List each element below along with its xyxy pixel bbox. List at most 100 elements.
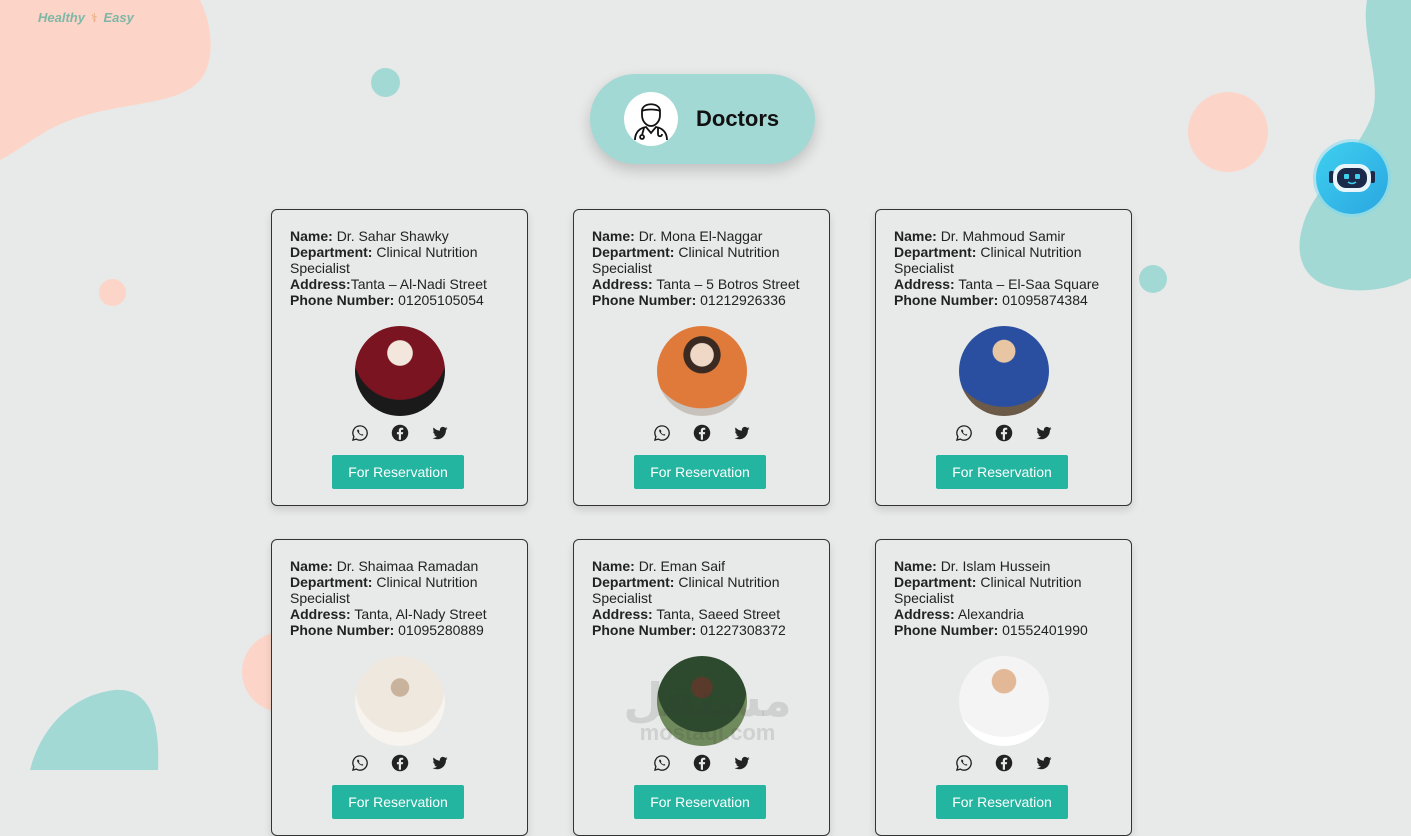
chatbot-button[interactable]: [1316, 142, 1388, 214]
phone-label: Phone Number:: [290, 292, 395, 308]
doctor-phone-row: Phone Number: 01095874384: [894, 292, 1121, 308]
reservation-button[interactable]: For Reservation: [936, 785, 1068, 819]
doctor-phone-row: Phone Number: 01212926336: [592, 292, 819, 308]
doctor-name: Dr. Eman Saif: [638, 558, 726, 574]
reservation-button[interactable]: For Reservation: [936, 455, 1068, 489]
doctor-phone: 01212926336: [700, 292, 786, 308]
doctor-photo: [959, 326, 1049, 416]
doctor-address-row: Address: Tanta, Al-Nady Street: [290, 606, 517, 622]
doctor-name: Dr. Sahar Shawky: [336, 228, 449, 244]
name-label: Name:: [894, 228, 937, 244]
doctor-info: Name: Dr. Mona El-Naggar Department: Clin…: [592, 228, 819, 308]
twitter-icon[interactable]: [1035, 754, 1053, 772]
doctor-info: Name: Dr. Mahmoud Samir Department: Clini…: [894, 228, 1121, 308]
reservation-button[interactable]: For Reservation: [634, 785, 766, 819]
whatsapp-icon[interactable]: [955, 754, 973, 772]
doctor-card: Name: Dr. Islam Hussein Department: Clini…: [875, 539, 1132, 836]
decor-circle: [99, 279, 126, 306]
doctor-phone-row: Phone Number: 01205105054: [290, 292, 517, 308]
address-label: Address:: [592, 606, 653, 622]
doctor-name-row: Name: Dr. Islam Hussein: [894, 558, 1121, 574]
page-title-pill: Doctors: [590, 74, 815, 164]
doctor-name: Dr. Mona El-Naggar: [638, 228, 763, 244]
whatsapp-icon[interactable]: [653, 754, 671, 772]
doctor-department-row: Department: Clinical Nutrition Specialis…: [290, 574, 517, 606]
doctor-department-row: Department: Clinical Nutrition Specialis…: [592, 574, 819, 606]
department-label: Department:: [894, 574, 977, 590]
decor-circle: [1139, 265, 1167, 293]
doctor-name-row: Name: Dr. Mahmoud Samir: [894, 228, 1121, 244]
doctor-phone: 01205105054: [398, 292, 484, 308]
facebook-icon[interactable]: [391, 754, 409, 772]
doctor-address-row: Address: Tanta, Saeed Street: [592, 606, 819, 622]
brand-tagline-healthy: Healthy: [38, 10, 85, 25]
doctor-name-row: Name: Dr. Mona El-Naggar: [592, 228, 819, 244]
doctor-department-row: Department: Clinical Nutrition Specialis…: [894, 574, 1121, 606]
social-links: [876, 754, 1131, 772]
twitter-icon[interactable]: [431, 424, 449, 442]
doctor-name-row: Name: Dr. Eman Saif: [592, 558, 819, 574]
social-links: [574, 754, 829, 772]
social-links: [876, 424, 1131, 442]
whatsapp-icon[interactable]: [653, 424, 671, 442]
facebook-icon[interactable]: [995, 754, 1013, 772]
whatsapp-icon[interactable]: [351, 424, 369, 442]
doctor-name-row: Name: Dr. Shaimaa Ramadan: [290, 558, 517, 574]
phone-label: Phone Number:: [592, 292, 697, 308]
doctor-name: Dr. Islam Hussein: [940, 558, 1051, 574]
facebook-icon[interactable]: [693, 754, 711, 772]
twitter-icon[interactable]: [431, 754, 449, 772]
whatsapp-icon[interactable]: [351, 754, 369, 772]
address-label: Address:: [894, 606, 955, 622]
name-label: Name:: [592, 228, 635, 244]
department-label: Department:: [592, 244, 675, 260]
doctor-info: Name: Dr. Shaimaa Ramadan Department: Cli…: [290, 558, 517, 638]
facebook-icon[interactable]: [693, 424, 711, 442]
doctor-address-row: Address: Tanta – 5 Botros Street: [592, 276, 819, 292]
brand-logo[interactable]: Healthy ⚕ Easy: [38, 10, 134, 25]
doctor-photo: [657, 326, 747, 416]
facebook-icon[interactable]: [995, 424, 1013, 442]
whatsapp-icon[interactable]: [955, 424, 973, 442]
address-label: Address:: [290, 276, 351, 292]
social-links: [272, 754, 527, 772]
doctor-info: Name: Dr. Islam Hussein Department: Clini…: [894, 558, 1121, 638]
doctor-photo: [355, 656, 445, 746]
doctor-name: Dr. Shaimaa Ramadan: [336, 558, 479, 574]
reservation-button[interactable]: For Reservation: [332, 785, 464, 819]
reservation-button[interactable]: For Reservation: [332, 455, 464, 489]
address-label: Address:: [592, 276, 653, 292]
decor-blob-bottom-left: [30, 689, 159, 770]
doctor-phone-row: Phone Number: 01227308372: [592, 622, 819, 638]
name-label: Name:: [290, 558, 333, 574]
social-links: [574, 424, 829, 442]
name-label: Name:: [290, 228, 333, 244]
watermark-latin: mostaql.com: [639, 720, 776, 745]
doctor-address: Tanta, Al-Nady Street: [354, 606, 487, 622]
doctor-phone: 01227308372: [700, 622, 786, 638]
facebook-icon[interactable]: [391, 424, 409, 442]
department-label: Department:: [592, 574, 675, 590]
address-label: Address:: [290, 606, 351, 622]
doctor-department-row: Department: Clinical Nutrition Specialis…: [290, 244, 517, 276]
doctor-address-row: Address: Tanta – El-Saa Square: [894, 276, 1121, 292]
doctor-card: Name: Dr. Mahmoud Samir Department: Clini…: [875, 209, 1132, 506]
twitter-icon[interactable]: [733, 424, 751, 442]
twitter-icon[interactable]: [1035, 424, 1053, 442]
doctor-address-row: Address: Alexandria: [894, 606, 1121, 622]
page-title: Doctors: [696, 106, 780, 131]
doctor-phone-row: Phone Number: 01095280889: [290, 622, 517, 638]
doctor-icon: [624, 92, 678, 146]
robot-icon: [1329, 164, 1375, 192]
twitter-icon[interactable]: [733, 754, 751, 772]
watermark-arabic: مستقل: [623, 674, 792, 726]
doctor-department-row: Department: Clinical Nutrition Specialis…: [894, 244, 1121, 276]
department-label: Department:: [290, 574, 373, 590]
decor-circle: [1188, 92, 1268, 172]
doctor-photo: [355, 326, 445, 416]
doctor-card: Name: Dr. Shaimaa Ramadan Department: Cli…: [271, 539, 528, 836]
doctor-name: Dr. Mahmoud Samir: [940, 228, 1066, 244]
doctor-phone: 01095874384: [1002, 292, 1088, 308]
leaf-icon: ⚕: [90, 10, 98, 25]
reservation-button[interactable]: For Reservation: [634, 455, 766, 489]
